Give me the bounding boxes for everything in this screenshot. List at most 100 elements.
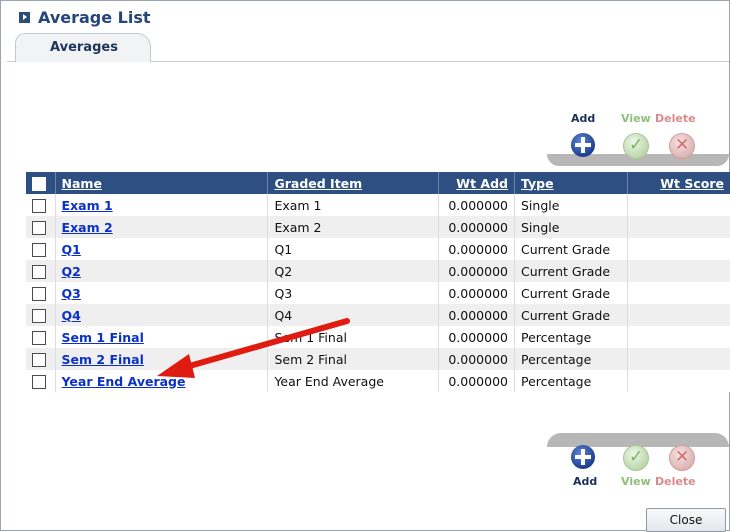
wt-add-cell: 0.000000 <box>438 194 515 216</box>
wt-add-cell: 0.000000 <box>438 304 515 326</box>
type-cell: Current Grade <box>514 238 629 260</box>
table-row: Q3 Q3 0.000000 Current Grade <box>26 282 730 304</box>
averages-table: Name Graded Item Wt Add Type Wt Score Ex… <box>26 172 730 392</box>
name-link[interactable]: Q4 <box>62 308 81 323</box>
type-cell: Single <box>514 216 629 238</box>
name-cell: Q1 <box>55 238 269 260</box>
row-select-cell <box>26 238 56 260</box>
type-cell: Percentage <box>514 370 629 392</box>
wt-add-cell: 0.000000 <box>438 370 515 392</box>
check-icon: ✓ <box>629 135 644 155</box>
tab-label: Averages <box>50 40 118 55</box>
name-link[interactable]: Q2 <box>62 264 81 279</box>
column-header-graded-item[interactable]: Graded Item <box>267 172 439 194</box>
table-row: Q4 Q4 0.000000 Current Grade <box>26 304 730 326</box>
close-button[interactable]: Close <box>646 508 726 532</box>
type-cell: Current Grade <box>514 260 629 282</box>
chevron-right-icon <box>19 12 30 23</box>
wt-add-cell: 0.000000 <box>438 216 515 238</box>
wt-score-cell <box>627 260 730 282</box>
wt-score-cell <box>627 282 730 304</box>
wt-add-cell: 0.000000 <box>438 326 515 348</box>
row-checkbox[interactable] <box>32 352 46 367</box>
row-select-cell <box>26 370 56 392</box>
column-header-type[interactable]: Type <box>514 172 629 194</box>
column-header-wt-score[interactable]: Wt Score <box>627 172 730 194</box>
view-button-bottom[interactable]: ✓ <box>623 445 649 471</box>
table-row: Sem 1 Final Sem 1 Final 0.000000 Percent… <box>26 326 730 348</box>
graded-item-cell: Q2 <box>267 260 439 282</box>
row-checkbox[interactable] <box>32 220 46 235</box>
wt-add-cell: 0.000000 <box>438 260 515 282</box>
row-select-cell <box>26 260 56 282</box>
row-select-cell <box>26 326 56 348</box>
add-label-bottom: Add <box>573 475 598 488</box>
wt-score-cell <box>627 348 730 370</box>
page-title: Average List <box>38 8 151 27</box>
column-header-wt-add[interactable]: Wt Add <box>438 172 515 194</box>
wt-score-cell <box>627 304 730 326</box>
table-row: Exam 1 Exam 1 0.000000 Single <box>26 194 730 216</box>
name-link[interactable]: Q3 <box>62 286 81 301</box>
tab-strip: Averages <box>7 33 729 62</box>
red-arrow-icon <box>157 318 350 378</box>
name-cell: Q3 <box>55 282 269 304</box>
delete-button[interactable]: ✕ <box>669 133 695 159</box>
x-icon: ✕ <box>675 135 690 155</box>
graded-item-cell: Q1 <box>267 238 439 260</box>
delete-button-bottom[interactable]: ✕ <box>669 445 695 471</box>
table-row: Exam 2 Exam 2 0.000000 Single <box>26 216 730 238</box>
graded-item-cell: Q3 <box>267 282 439 304</box>
table-header-row: Name Graded Item Wt Add Type Wt Score <box>26 172 730 194</box>
view-button[interactable]: ✓ <box>623 133 649 159</box>
name-cell: Exam 1 <box>55 194 269 216</box>
type-cell: Percentage <box>514 348 629 370</box>
view-label: View <box>621 112 651 125</box>
wt-add-cell: 0.000000 <box>438 282 515 304</box>
column-header-name[interactable]: Name <box>55 172 269 194</box>
graded-item-cell: Exam 2 <box>267 216 439 238</box>
delete-label: Delete <box>655 112 696 125</box>
tab-averages[interactable]: Averages <box>15 33 151 62</box>
name-link[interactable]: Sem 2 Final <box>62 352 144 367</box>
check-icon: ✓ <box>629 447 644 467</box>
type-cell: Current Grade <box>514 282 629 304</box>
add-label: Add <box>571 112 596 125</box>
table-row: Year End Average Year End Average 0.0000… <box>26 370 730 392</box>
select-all-checkbox[interactable] <box>32 176 46 191</box>
wt-score-cell <box>627 326 730 348</box>
wt-score-cell <box>627 238 730 260</box>
name-link[interactable]: Exam 1 <box>62 198 113 213</box>
row-checkbox[interactable] <box>32 198 46 213</box>
name-link[interactable]: Exam 2 <box>62 220 113 235</box>
add-button-bottom[interactable] <box>571 445 595 469</box>
row-checkbox[interactable] <box>32 374 46 389</box>
row-select-cell <box>26 304 56 326</box>
table-row: Q2 Q2 0.000000 Current Grade <box>26 260 730 282</box>
row-checkbox[interactable] <box>32 286 46 301</box>
window: Average List Averages Add View Delete ✓ … <box>0 0 730 532</box>
select-all-cell <box>26 172 56 194</box>
name-link[interactable]: Q1 <box>62 242 81 257</box>
x-icon: ✕ <box>675 447 690 467</box>
type-cell: Single <box>514 194 629 216</box>
view-label-bottom: View <box>621 475 651 488</box>
row-checkbox[interactable] <box>32 308 46 323</box>
row-checkbox[interactable] <box>32 242 46 257</box>
graded-item-cell: Exam 1 <box>267 194 439 216</box>
row-checkbox[interactable] <box>32 264 46 279</box>
delete-label-bottom: Delete <box>655 475 696 488</box>
name-cell: Q2 <box>55 260 269 282</box>
wt-add-cell: 0.000000 <box>438 348 515 370</box>
wt-score-cell <box>627 370 730 392</box>
type-cell: Percentage <box>514 326 629 348</box>
title-bar: Average List <box>1 1 729 35</box>
row-select-cell <box>26 194 56 216</box>
wt-add-cell: 0.000000 <box>438 238 515 260</box>
table-row: Q1 Q1 0.000000 Current Grade <box>26 238 730 260</box>
row-checkbox[interactable] <box>32 330 46 345</box>
wt-score-cell <box>627 194 730 216</box>
add-button[interactable] <box>571 133 595 157</box>
name-cell: Exam 2 <box>55 216 269 238</box>
name-link[interactable]: Sem 1 Final <box>62 330 144 345</box>
